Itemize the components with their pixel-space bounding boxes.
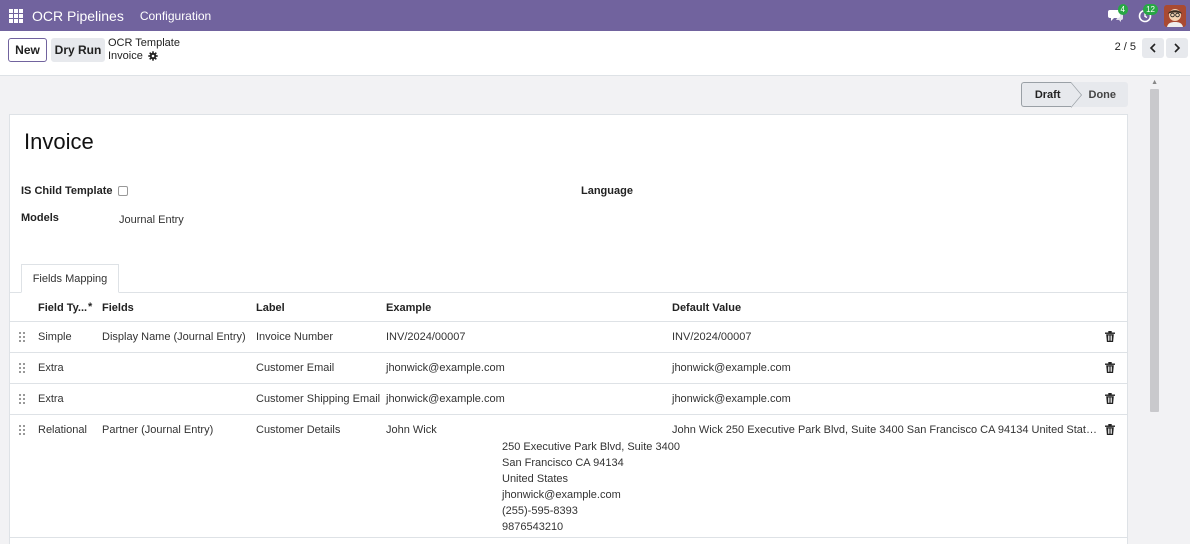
app-name[interactable]: OCR Pipelines (32, 8, 124, 24)
address-line: 250 Executive Park Blvd, Suite 3400 (502, 441, 680, 453)
record-title[interactable]: Invoice (24, 129, 94, 155)
address-line: (255)-595-8393 (502, 505, 578, 517)
cell-default-value[interactable]: jhonwick@example.com (672, 393, 791, 405)
tab-fields-mapping[interactable]: Fields Mapping (21, 264, 119, 293)
cell-default-value[interactable]: jhonwick@example.com (672, 362, 791, 374)
apps-menu-icon[interactable] (0, 0, 32, 31)
models-label: Models (21, 212, 59, 224)
column-fields[interactable]: Fields (102, 302, 134, 314)
activities-badge: 12 (1143, 4, 1158, 15)
column-label[interactable]: Label (256, 302, 285, 314)
drag-handle-icon[interactable] (19, 332, 25, 342)
trash-icon[interactable] (1105, 331, 1115, 342)
scrollbar-thumb[interactable] (1150, 89, 1159, 412)
cell-example-address[interactable]: 250 Executive Park Blvd, Suite 3400 San … (502, 439, 680, 535)
drag-handle-icon[interactable] (19, 394, 25, 404)
models-field[interactable]: Journal Entry (119, 214, 184, 226)
breadcrumb-parent[interactable]: OCR Template (108, 37, 180, 49)
cell-field-type[interactable]: Extra (38, 362, 64, 374)
control-panel: New Dry Run OCR Template Invoice 2 / 5 (0, 31, 1190, 76)
top-navbar: OCR Pipelines Configuration 4 12 (0, 0, 1190, 31)
breadcrumb-current: Invoice (108, 50, 158, 62)
table-row[interactable]: Extra Customer Email jhonwick@example.co… (10, 353, 1127, 384)
cell-example[interactable]: John Wick (386, 424, 437, 436)
is-child-template-label: IS Child Template (21, 185, 113, 197)
table-row[interactable]: Extra Customer Shipping Email jhonwick@e… (10, 384, 1127, 415)
menu-configuration[interactable]: Configuration (140, 9, 211, 23)
cell-field-type[interactable]: Extra (38, 393, 64, 405)
cell-default-value[interactable]: John Wick 250 Executive Park Blvd, Suite… (672, 424, 1097, 436)
status-draft-label: Draft (1034, 88, 1061, 101)
cell-example[interactable]: INV/2024/00007 (386, 331, 466, 343)
cell-label[interactable]: Customer Email (256, 362, 334, 374)
avatar-face-icon (1164, 4, 1186, 27)
pager-value: 2 / 5 (1114, 41, 1136, 53)
is-child-template-checkbox[interactable] (118, 186, 128, 196)
pager-previous-button[interactable] (1142, 38, 1164, 58)
cell-field-type[interactable]: Simple (38, 331, 72, 343)
new-button[interactable]: New (8, 38, 47, 62)
status-done-label: Done (1088, 88, 1117, 101)
messages-badge: 4 (1117, 4, 1128, 15)
dry-run-button[interactable]: Dry Run (51, 38, 105, 62)
scroll-up-arrow-icon[interactable]: ▲ (1151, 79, 1158, 86)
form-sheet: Invoice IS Child Template Language Model… (9, 114, 1128, 544)
trash-icon[interactable] (1105, 393, 1115, 404)
cell-field-type[interactable]: Relational (38, 424, 87, 436)
cell-fields[interactable]: Partner (Journal Entry) (102, 424, 213, 436)
chevron-right-icon (1174, 43, 1181, 53)
cell-label[interactable]: Invoice Number (256, 331, 333, 343)
table-row[interactable]: Relational Partner (Journal Entry) Custo… (10, 415, 1127, 538)
address-line: 9876543210 (502, 521, 564, 533)
cell-example[interactable]: jhonwick@example.com (386, 393, 505, 405)
column-field-type[interactable]: Field Ty... (38, 302, 87, 314)
address-line: jhonwick@example.com (502, 489, 621, 501)
required-asterisk-icon: * (88, 301, 93, 313)
pager-next-button[interactable] (1166, 38, 1188, 58)
cell-example[interactable]: jhonwick@example.com (386, 362, 505, 374)
gear-icon[interactable] (148, 51, 158, 61)
cell-fields[interactable]: Display Name (Journal Entry) (102, 331, 246, 343)
language-label: Language (581, 185, 633, 197)
address-line: United States (502, 473, 569, 485)
cell-label[interactable]: Customer Shipping Email (256, 393, 380, 405)
messages-button[interactable]: 4 (1100, 0, 1130, 31)
drag-handle-icon[interactable] (19, 363, 25, 373)
table-header: Field Ty... * Fields Label Example Defau… (10, 293, 1127, 322)
cell-label[interactable]: Customer Details (256, 424, 340, 436)
chevron-left-icon (1149, 43, 1156, 53)
status-draft[interactable]: Draft (1020, 82, 1082, 108)
breadcrumb-current-label: Invoice (108, 50, 143, 62)
drag-handle-icon[interactable] (19, 425, 25, 435)
column-example[interactable]: Example (386, 302, 431, 314)
activities-button[interactable]: 12 (1130, 0, 1160, 31)
status-bar: Draft Done (1020, 82, 1128, 108)
cell-default-value[interactable]: INV/2024/00007 (672, 331, 752, 343)
table-row[interactable]: Simple Display Name (Journal Entry) Invo… (10, 322, 1127, 353)
column-default-value[interactable]: Default Value (672, 302, 741, 314)
address-line: San Francisco CA 94134 (502, 457, 624, 469)
trash-icon[interactable] (1105, 424, 1115, 435)
trash-icon[interactable] (1105, 362, 1115, 373)
fields-mapping-table: Field Ty... * Fields Label Example Defau… (10, 293, 1127, 538)
status-arrow-inner (1070, 83, 1081, 107)
user-avatar[interactable] (1164, 4, 1186, 27)
